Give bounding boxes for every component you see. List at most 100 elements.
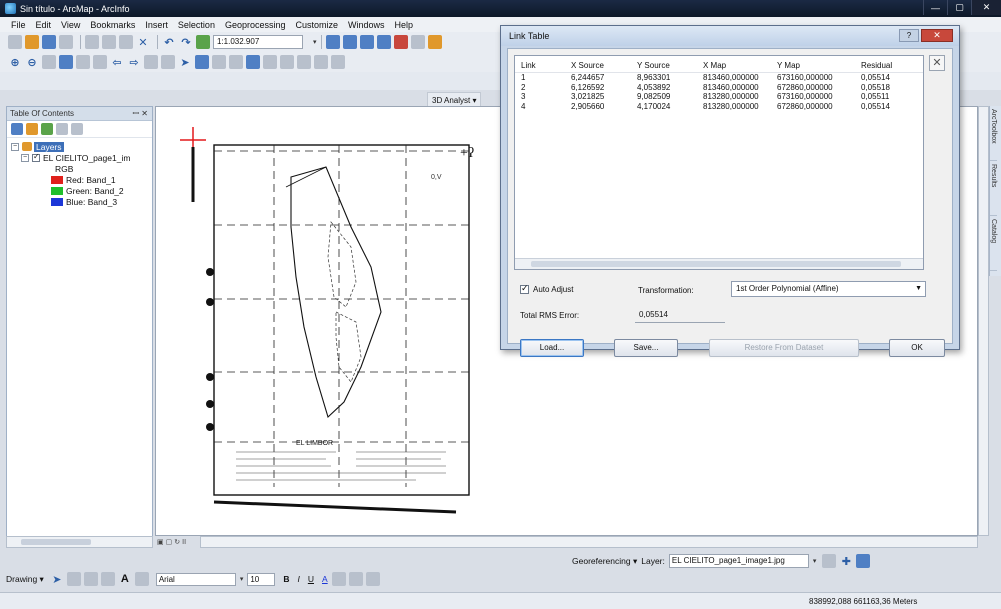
- layout-view-icon[interactable]: ▢: [166, 538, 173, 546]
- list-by-selection-icon[interactable]: [56, 123, 68, 135]
- menu-geoprocessing[interactable]: Geoprocessing: [220, 20, 291, 30]
- copy-icon[interactable]: [102, 35, 116, 49]
- refresh-icon[interactable]: ↻: [174, 538, 180, 546]
- column-header-y-map[interactable]: Y Map: [767, 61, 847, 70]
- fixed-zoom-in-icon[interactable]: [76, 55, 90, 69]
- georeferencing-menu[interactable]: Georeferencing ▾: [572, 556, 637, 567]
- edit-vertices-icon[interactable]: [134, 572, 149, 586]
- find-icon[interactable]: [263, 55, 277, 69]
- tab-results[interactable]: Results: [990, 161, 997, 216]
- marker-color-icon[interactable]: [365, 572, 380, 586]
- zoom-whole-page-icon[interactable]: [83, 572, 98, 586]
- select-elements-icon[interactable]: ➤: [178, 55, 192, 69]
- text-tool-icon[interactable]: A: [118, 572, 132, 586]
- layer-visibility-checkbox[interactable]: [32, 152, 40, 162]
- table-row[interactable]: 2 6,126592 4,053892 813460,000000 672860…: [515, 83, 923, 93]
- menu-customize[interactable]: Customize: [291, 20, 344, 30]
- column-header-link[interactable]: Link: [515, 61, 557, 70]
- arctoolbox-icon[interactable]: [393, 35, 408, 49]
- print-icon[interactable]: [59, 35, 73, 49]
- delete-link-button[interactable]: ✕: [929, 55, 945, 71]
- scale-dropdown-icon[interactable]: ▾: [313, 38, 317, 46]
- list-by-drawing-order-icon[interactable]: [11, 123, 23, 135]
- bold-button[interactable]: B: [283, 574, 289, 584]
- 3d-analyst-toolbar-button[interactable]: 3D Analyst ▾: [427, 92, 482, 107]
- catalog-icon[interactable]: [359, 35, 374, 49]
- dialog-close-button[interactable]: ✕: [921, 29, 953, 42]
- menu-edit[interactable]: Edit: [31, 20, 57, 30]
- tree-row-raster-layer[interactable]: − EL CIELITO_page1_im: [11, 152, 152, 163]
- link-table-grid[interactable]: Link X Source Y Source X Map Y Map Resid…: [514, 55, 924, 270]
- menu-windows[interactable]: Windows: [343, 20, 390, 30]
- tab-arctoolbox[interactable]: ArcToolbox: [990, 106, 997, 161]
- clear-selection-icon[interactable]: [161, 55, 175, 69]
- font-name-select[interactable]: Arial: [155, 572, 236, 586]
- menu-bookmarks[interactable]: Bookmarks: [85, 20, 140, 30]
- load-button[interactable]: Load...: [520, 339, 584, 357]
- back-extent-icon[interactable]: ⇦: [110, 55, 124, 69]
- tab-catalog[interactable]: Catalog: [990, 216, 997, 271]
- layer-dropdown-icon[interactable]: ▾: [813, 557, 817, 565]
- font-size-select[interactable]: 10: [247, 572, 276, 586]
- paste-icon[interactable]: [119, 35, 133, 49]
- forward-extent-icon[interactable]: ⇨: [127, 55, 141, 69]
- menu-file[interactable]: File: [6, 20, 31, 30]
- table-row[interactable]: 3 3,021825 9,082509 813280,000000 673160…: [515, 92, 923, 102]
- time-slider-icon[interactable]: [314, 55, 328, 69]
- table-of-contents-icon[interactable]: [342, 35, 357, 49]
- search-window-icon[interactable]: [376, 35, 391, 49]
- menu-help[interactable]: Help: [390, 20, 419, 30]
- delete-icon[interactable]: ✕: [136, 35, 150, 49]
- raster-layer-name[interactable]: EL CIELITO_page1_im: [43, 153, 130, 163]
- toc-close-icon[interactable]: ✕: [141, 109, 148, 118]
- view-link-table-icon[interactable]: [856, 554, 871, 568]
- drawing-menu[interactable]: Drawing ▾: [6, 574, 44, 585]
- redo-icon[interactable]: ↷: [179, 35, 193, 49]
- measure-icon[interactable]: [246, 55, 260, 69]
- auto-adjust-option[interactable]: Auto Adjust: [520, 283, 573, 294]
- layers-group-label[interactable]: Layers: [34, 141, 64, 152]
- font-dropdown-icon[interactable]: ▾: [240, 575, 244, 583]
- list-by-visibility-icon[interactable]: [41, 123, 53, 135]
- italic-button[interactable]: I: [297, 574, 299, 584]
- hyperlink-icon[interactable]: [212, 55, 226, 69]
- underline-button[interactable]: U: [308, 574, 314, 584]
- fill-color-icon[interactable]: [331, 572, 346, 586]
- column-header-residual[interactable]: Residual: [847, 61, 907, 70]
- select-features-icon[interactable]: [144, 55, 158, 69]
- undo-icon[interactable]: ↶: [162, 35, 176, 49]
- zoom-in-icon[interactable]: ⊕: [8, 55, 22, 69]
- open-folder-icon[interactable]: [25, 35, 39, 49]
- save-button[interactable]: Save...: [614, 339, 678, 357]
- data-view-icon[interactable]: ▣: [157, 538, 164, 546]
- identify-icon[interactable]: [195, 55, 209, 69]
- collapse-icon[interactable]: −: [11, 142, 19, 151]
- auto-adjust-checkbox[interactable]: [520, 283, 529, 294]
- html-popup-icon[interactable]: [229, 55, 243, 69]
- maximize-button[interactable]: ▢: [947, 0, 971, 15]
- add-control-points-icon[interactable]: ✚: [839, 554, 853, 568]
- georef-layer-select[interactable]: EL CIELITO_page1_image1.jpg: [668, 554, 809, 568]
- pause-icon[interactable]: II: [182, 539, 186, 546]
- new-document-icon[interactable]: [8, 35, 22, 49]
- select-elements-icon[interactable]: ➤: [50, 572, 64, 586]
- ok-button[interactable]: OK: [889, 339, 945, 357]
- chevron-down-icon[interactable]: ▼: [915, 282, 922, 296]
- rotate-element-icon[interactable]: [66, 572, 81, 586]
- editor-toolbar-icon[interactable]: [325, 35, 340, 49]
- collapse-icon[interactable]: −: [21, 153, 29, 162]
- scroll-thumb[interactable]: [531, 261, 901, 267]
- toc-options-icon[interactable]: [71, 123, 83, 135]
- menu-selection[interactable]: Selection: [173, 20, 220, 30]
- menu-insert[interactable]: Insert: [140, 20, 173, 30]
- menu-view[interactable]: View: [56, 20, 85, 30]
- add-data-icon[interactable]: [196, 35, 210, 49]
- create-viewer-icon[interactable]: [331, 55, 345, 69]
- save-icon[interactable]: [42, 35, 56, 49]
- close-window-button[interactable]: ✕: [971, 0, 1001, 15]
- pan-icon[interactable]: [42, 55, 56, 69]
- full-extent-icon[interactable]: [59, 55, 73, 69]
- table-horizontal-scrollbar[interactable]: [515, 258, 923, 269]
- find-route-icon[interactable]: [280, 55, 294, 69]
- restore-from-dataset-button[interactable]: Restore From Dataset: [709, 339, 859, 357]
